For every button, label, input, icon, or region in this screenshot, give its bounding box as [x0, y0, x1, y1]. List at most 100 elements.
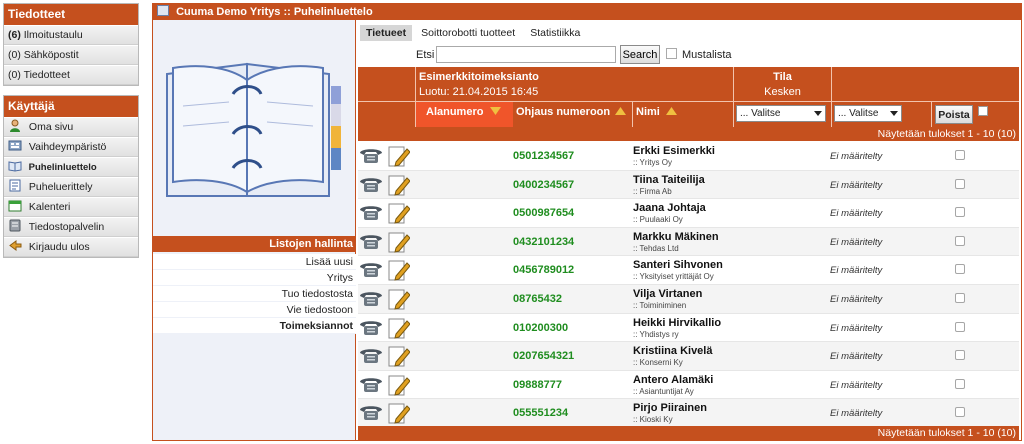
row-checkbox[interactable]	[955, 178, 965, 189]
sidebar-item-switchboard[interactable]: Vaihdeympäristö	[4, 137, 138, 157]
export-to-file-link[interactable]: Vie tiedostoon	[153, 302, 356, 318]
contact-company: :: Yksityiset yrittäjät Oy	[633, 272, 714, 282]
phone-icon[interactable]	[359, 146, 383, 164]
import-from-file-link[interactable]: Tuo tiedostosta	[153, 286, 356, 302]
blacklist-checkbox[interactable]	[666, 48, 677, 59]
results-count-bottom: Näytetään tulokset 1 - 10 (10)	[358, 426, 1019, 440]
row-checkbox[interactable]	[955, 150, 965, 160]
redirect-number: 09888777	[513, 378, 562, 391]
edit-icon[interactable]	[388, 373, 410, 397]
table-row: 0207654321 Kristiina Kivelä :: Konserni …	[358, 342, 1019, 371]
sidebar-item-logout[interactable]: Kirjaudu ulos	[4, 237, 138, 257]
col-name[interactable]: Nimi	[633, 102, 734, 127]
phone-icon[interactable]	[359, 403, 383, 421]
bulletin-board-count: (6)	[8, 29, 21, 41]
phone-icon[interactable]	[359, 232, 383, 250]
table-row: 08765432 Vilja Virtanen :: Toiminiminen …	[358, 284, 1019, 314]
sidebar-item-announcements[interactable]: (0) Tiedotteet	[4, 65, 138, 85]
col-redirect-number[interactable]: Ohjaus numeroon	[513, 102, 633, 127]
assignment-title: Esimerkkitoimeksianto	[419, 71, 539, 83]
phone-icon[interactable]	[359, 175, 383, 193]
phone-icon[interactable]	[359, 260, 383, 278]
row-checkbox[interactable]	[955, 207, 965, 218]
contact-name: Kristiina Kivelä	[633, 345, 713, 358]
table-row: 09888777 Antero Alamäki :: Asiantuntijat…	[358, 370, 1019, 400]
announcements-count: (0)	[8, 69, 21, 81]
edit-icon[interactable]	[388, 287, 410, 311]
sidebar-item-call-log[interactable]: Puheluerittely	[4, 177, 138, 197]
row-checkbox[interactable]	[955, 292, 965, 303]
switchboard-label: Vaihdeympäristö	[28, 141, 107, 153]
announcements-label: Tiedotteet	[23, 69, 70, 81]
sort-asc-icon	[615, 107, 627, 115]
row-checkbox[interactable]	[955, 264, 965, 275]
sort-asc-icon	[665, 107, 677, 115]
call-log-icon	[9, 179, 21, 192]
redirect-number: 0501234567	[513, 150, 575, 162]
edit-icon[interactable]	[388, 316, 410, 340]
col-redirect-label: Ohjaus numeroon	[516, 106, 611, 118]
assignment-cell: Esimerkkitoimeksianto Luotu: 21.04.2015 …	[416, 67, 734, 101]
contact-company: :: Yritys Oy	[633, 158, 672, 167]
row-checkbox[interactable]	[955, 350, 965, 361]
phone-icon[interactable]	[359, 318, 383, 336]
edit-icon[interactable]	[388, 230, 410, 254]
add-new-link[interactable]: Lisää uusi	[153, 254, 356, 270]
status-title: Tila	[773, 71, 792, 83]
table-row: 010200300 Heikki Hirvikallio :: Yhdistys…	[358, 313, 1019, 343]
row-status: Ei määritelty	[830, 351, 883, 363]
tab-statistics[interactable]: Statistiikka	[524, 25, 586, 41]
sidebar-item-phonebook[interactable]: Puhelinluettelo	[4, 157, 138, 177]
edit-icon[interactable]	[388, 258, 410, 282]
row-checkbox[interactable]	[955, 235, 965, 246]
contact-company: :: Firma Ab	[633, 186, 672, 196]
sidebar-item-bulletin-board[interactable]: (6) Ilmoitustaulu	[4, 25, 138, 45]
sidebar-user: Käyttäjä Oma sivu Vaihdeympäristö Puheli…	[3, 95, 139, 258]
search-input[interactable]	[436, 46, 616, 63]
assignment-created: Luotu: 21.04.2015 16:45	[419, 86, 539, 98]
row-status: Ei määritelty	[830, 322, 883, 334]
phone-icon[interactable]	[359, 203, 383, 221]
edit-icon[interactable]	[388, 401, 410, 425]
edit-icon[interactable]	[388, 144, 410, 168]
calendar-icon	[8, 200, 22, 212]
row-status: Ei määritelty	[830, 265, 883, 277]
edit-icon[interactable]	[388, 201, 410, 225]
logout-icon	[9, 240, 22, 251]
phone-icon[interactable]	[359, 346, 383, 364]
search-button[interactable]: Search	[620, 45, 660, 64]
row-checkbox[interactable]	[955, 378, 965, 389]
phone-icon[interactable]	[359, 289, 383, 307]
col-extension-number[interactable]: Alanumero	[416, 102, 513, 127]
sidebar-item-emails[interactable]: (0) Sähköpostit	[4, 45, 138, 65]
list-management-title: Listojen hallinta	[153, 236, 356, 252]
row-checkbox[interactable]	[955, 407, 965, 418]
sidebar-bulletins-title: Tiedotteet	[4, 4, 138, 25]
sidebar-item-calendar[interactable]: Kalenteri	[4, 197, 138, 217]
redirect-number: 0432101234	[513, 235, 575, 248]
filter-cell-2: ... Valitse	[832, 102, 932, 127]
second-filter-select[interactable]: ... Valitse	[834, 105, 902, 122]
phonebook-icon	[8, 161, 22, 172]
select-all-checkbox[interactable]	[978, 106, 988, 116]
redirect-number: 055551234	[513, 407, 569, 420]
tab-records[interactable]: Tietueet	[360, 25, 413, 41]
row-status: Ei määritelty	[830, 236, 883, 248]
contact-name: Santeri Sihvonen	[633, 259, 723, 272]
company-link[interactable]: Yritys	[153, 270, 356, 286]
contact-name: Pirjo Piirainen	[633, 402, 707, 415]
col-name-label: Nimi	[636, 106, 660, 118]
col-extension-number-label: Alanumero	[426, 106, 484, 118]
tab-robot-products[interactable]: Soittorobotti tuotteet	[415, 25, 521, 41]
edit-icon[interactable]	[388, 173, 410, 197]
sidebar-item-file-server[interactable]: Tiedostopalvelin	[4, 217, 138, 237]
delete-button[interactable]: Poista	[935, 105, 973, 124]
status-filter-select[interactable]: ... Valitse	[736, 105, 826, 122]
phone-icon[interactable]	[359, 375, 383, 393]
row-checkbox[interactable]	[955, 321, 965, 332]
row-status: Ei määritelty	[830, 379, 883, 391]
assignments-link[interactable]: Toimeksiannot	[153, 318, 356, 334]
edit-icon[interactable]	[388, 344, 410, 368]
sidebar-item-own-page[interactable]: Oma sivu	[4, 117, 138, 137]
contact-name: Antero Alamäki	[633, 373, 714, 386]
